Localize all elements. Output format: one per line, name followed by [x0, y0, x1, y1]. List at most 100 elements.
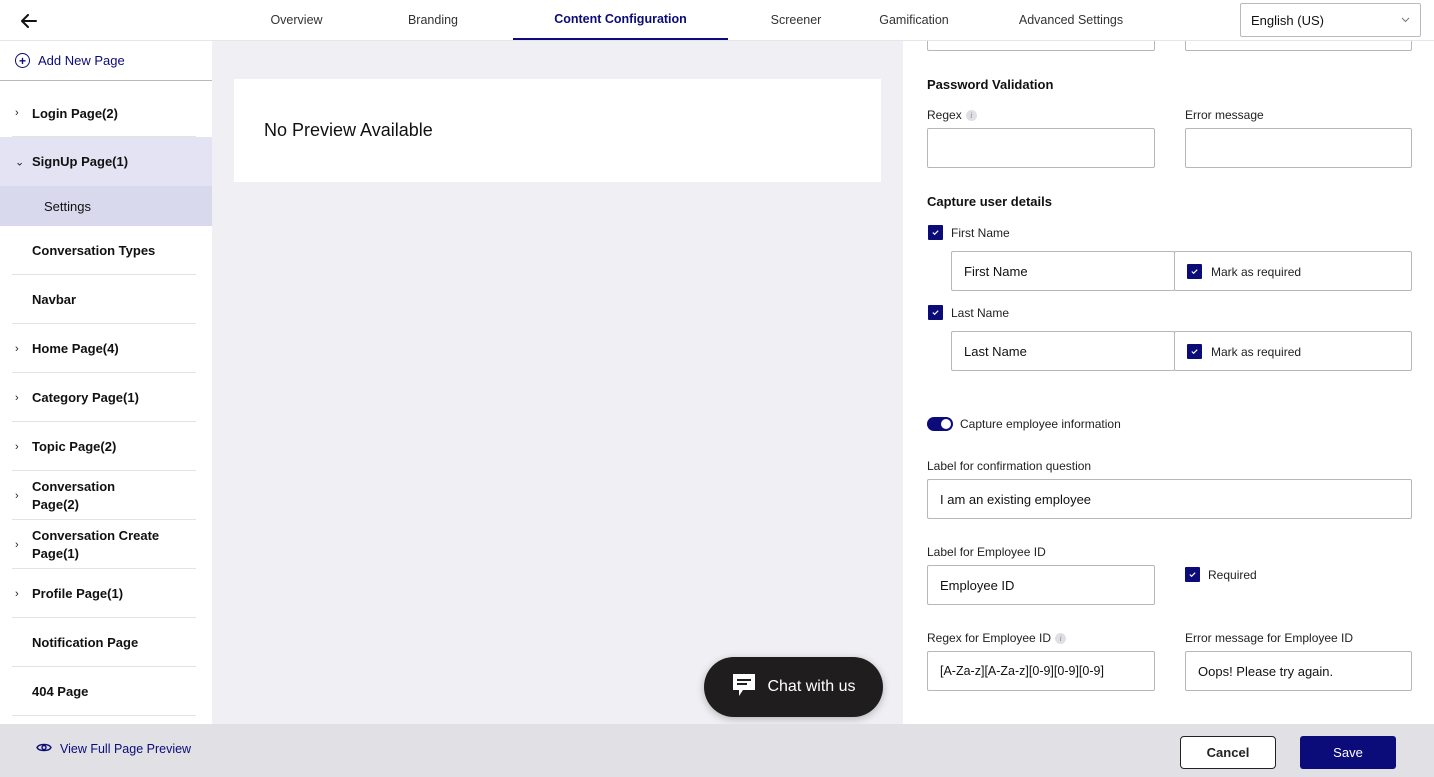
- arrow-left-icon: [21, 14, 37, 28]
- chat-with-us-button[interactable]: Chat with us: [704, 657, 883, 717]
- first-name-checkbox-label: First Name: [951, 226, 1010, 240]
- sidebar-item-label: SignUp Page(1): [32, 154, 129, 169]
- info-icon[interactable]: i: [1055, 633, 1067, 645]
- sidebar-item-topic-page[interactable]: › Topic Page(2): [0, 422, 212, 471]
- sidebar-item-conversation-page[interactable]: › Conversation Page(2): [0, 471, 212, 520]
- add-new-page-button[interactable]: + Add New Page: [0, 41, 212, 81]
- checkmark-icon: [1191, 349, 1198, 355]
- chevron-right-icon: ›: [15, 440, 19, 453]
- employee-id-error-input[interactable]: Oops! Please try again.: [1185, 651, 1412, 691]
- employee-id-input[interactable]: Employee ID: [927, 565, 1155, 605]
- sidebar-item-label: 404 Page: [32, 684, 89, 699]
- sidebar-item-notification-page[interactable]: Notification Page: [0, 618, 212, 667]
- plus-circle-icon: +: [15, 53, 30, 68]
- chevron-down-icon: [1401, 15, 1410, 26]
- sidebar-item-navbar[interactable]: Navbar: [0, 275, 212, 324]
- sidebar-item-home-page[interactable]: › Home Page(4): [0, 324, 212, 373]
- top-navigation-bar: Overview Branding Content Configuration …: [0, 0, 1434, 41]
- sidebar-item-signup-page[interactable]: ⌄ SignUp Page(1): [0, 137, 212, 186]
- sidebar-item-label: Conversation Page(2): [32, 478, 115, 514]
- tab-advanced-settings[interactable]: Advanced Settings: [964, 0, 1178, 40]
- sidebar-item-label: Login Page(2): [32, 105, 118, 121]
- last-name-checkbox[interactable]: [928, 305, 943, 320]
- sidebar-item-label: Topic Page(2): [32, 439, 117, 454]
- employee-id-error-label: Error message for Employee ID: [1185, 631, 1354, 645]
- sidebar-item-label: Home Page(4): [32, 341, 119, 356]
- employee-id-label: Label for Employee ID: [927, 545, 1046, 559]
- chevron-right-icon: ›: [15, 587, 19, 600]
- password-regex-input[interactable]: [927, 128, 1155, 168]
- chevron-right-icon: ›: [15, 391, 19, 404]
- sidebar-subitem-settings[interactable]: Settings: [0, 186, 212, 226]
- first-name-label-input[interactable]: First Name: [951, 251, 1175, 291]
- password-error-input[interactable]: [1185, 128, 1412, 168]
- employee-id-regex-input[interactable]: [A-Za-z][A-Za-z][0-9][0-9][0-9]: [927, 651, 1155, 691]
- sidebar-item-label: Notification Page: [32, 635, 139, 650]
- cancel-button[interactable]: Cancel: [1180, 736, 1276, 769]
- confirmation-question-input[interactable]: I am an existing employee: [927, 479, 1412, 519]
- tab-branding[interactable]: Branding: [353, 0, 513, 40]
- save-button[interactable]: Save: [1300, 736, 1396, 769]
- chat-bubble-icon: [731, 672, 757, 703]
- sidebar-item-label: Profile Page(1): [32, 586, 124, 601]
- capture-employee-label: Capture employee information: [960, 417, 1121, 431]
- back-button[interactable]: [18, 10, 40, 32]
- bottom-action-bar: View Full Page Preview Cancel Save: [0, 724, 1434, 777]
- password-error-label: Error message: [1185, 108, 1264, 122]
- sidebar-item-conversation-create-page[interactable]: › Conversation Create Page(1): [0, 520, 212, 569]
- preview-card: No Preview Available: [234, 79, 881, 182]
- sidebar-item-category-page[interactable]: › Category Page(1): [0, 373, 212, 422]
- last-name-checkbox-label: Last Name: [951, 306, 1010, 320]
- sidebar-item-login-page[interactable]: › Login Page(2): [0, 89, 212, 137]
- employee-id-required-label: Required: [1208, 568, 1257, 582]
- last-name-required-checkbox[interactable]: [1187, 344, 1202, 359]
- checkmark-icon: [932, 310, 939, 316]
- sidebar-item-label: Category Page(1): [32, 390, 139, 405]
- no-preview-message: No Preview Available: [264, 120, 433, 140]
- language-select[interactable]: English (US): [1240, 3, 1421, 37]
- sidebar-item-404-page[interactable]: 404 Page: [0, 667, 212, 716]
- password-validation-heading: Password Validation: [927, 77, 1054, 92]
- label-line-2: Page(2): [32, 496, 79, 512]
- add-new-page-label: Add New Page: [38, 53, 125, 68]
- chevron-right-icon: ›: [15, 538, 19, 551]
- sidebar-item-conversation-types[interactable]: Conversation Types: [0, 226, 212, 275]
- label-line-1: Conversation: [32, 478, 116, 494]
- page-list: › Login Page(2) ⌄ SignUp Page(1) Setting…: [0, 89, 212, 716]
- tab-bar: Overview Branding Content Configuration …: [240, 0, 1178, 41]
- checkmark-icon: [932, 230, 939, 236]
- page-sidebar: + Add New Page › Login Page(2) ⌄ SignUp …: [0, 41, 212, 724]
- first-name-required-checkbox[interactable]: [1187, 264, 1202, 279]
- employee-id-regex-label-text: Regex for Employee ID: [927, 631, 1052, 645]
- tab-content-configuration[interactable]: Content Configuration: [513, 0, 728, 40]
- previous-field-right-input[interactable]: [1185, 41, 1412, 51]
- tab-gamification[interactable]: Gamification: [864, 0, 964, 40]
- checkmark-icon: [1189, 572, 1196, 578]
- view-full-page-preview-label: View Full Page Preview: [60, 742, 192, 756]
- chevron-right-icon: ›: [15, 342, 19, 355]
- tab-screener[interactable]: Screener: [728, 0, 864, 40]
- sidebar-item-label: Navbar: [32, 292, 77, 307]
- previous-field-left-input[interactable]: [927, 41, 1155, 51]
- employee-id-required-checkbox[interactable]: [1185, 567, 1200, 582]
- sidebar-item-label: Conversation Create Page(1): [32, 527, 159, 563]
- chevron-down-icon: ⌄: [15, 156, 25, 168]
- password-regex-label-text: Regex: [927, 108, 962, 122]
- preview-pane: No Preview Available Chat with us: [212, 41, 903, 724]
- tab-overview[interactable]: Overview: [240, 0, 353, 40]
- capture-employee-toggle[interactable]: [927, 417, 953, 431]
- confirmation-question-label: Label for confirmation question: [927, 459, 1092, 473]
- chat-button-label: Chat with us: [767, 678, 856, 695]
- last-name-required-label: Mark as required: [1211, 345, 1302, 359]
- last-name-label-input[interactable]: Last Name: [951, 331, 1175, 371]
- sidebar-item-label: Conversation Types: [32, 243, 156, 258]
- capture-user-details-heading: Capture user details: [927, 194, 1052, 209]
- info-icon[interactable]: i: [965, 110, 977, 122]
- label-line-1: Conversation Create: [32, 527, 160, 543]
- first-name-checkbox[interactable]: [928, 225, 943, 240]
- sidebar-item-profile-page[interactable]: › Profile Page(1): [0, 569, 212, 618]
- eye-icon: [36, 742, 52, 756]
- checkmark-icon: [1191, 269, 1198, 275]
- first-name-required-label: Mark as required: [1211, 265, 1302, 279]
- view-full-page-preview-link[interactable]: View Full Page Preview: [36, 742, 191, 756]
